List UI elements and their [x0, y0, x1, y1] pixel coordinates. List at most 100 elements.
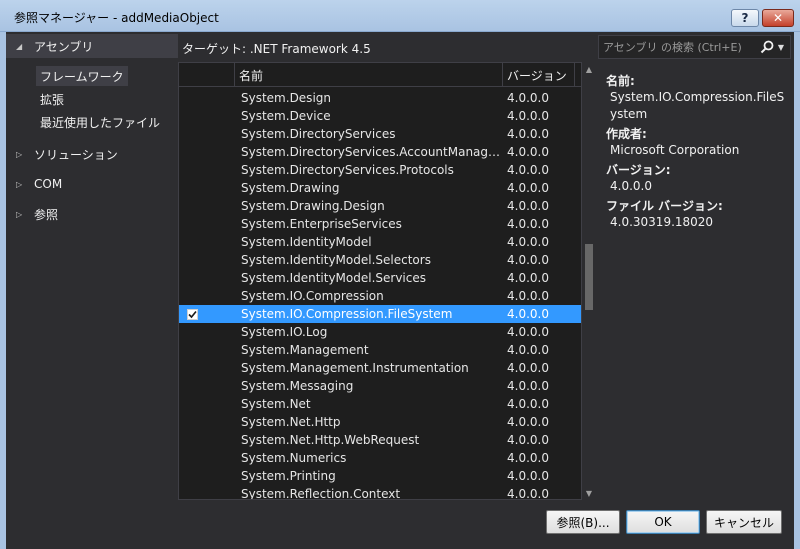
header-bar: ターゲット: .NET Framework 4.5 ▼: [178, 32, 794, 62]
assembly-name: System.Device: [241, 109, 331, 123]
row-checkbox-cell[interactable]: [179, 161, 235, 179]
nav-item-recent[interactable]: 最近使用したファイル: [36, 112, 164, 132]
column-header-name[interactable]: 名前: [235, 63, 503, 87]
table-row[interactable]: System.IdentityModel.Selectors 4.0.0.0: [179, 251, 581, 269]
table-row[interactable]: System.Management 4.0.0.0: [179, 341, 581, 359]
grid-rows: System.Design 4.0.0.0 System.Device 4.0.0.0…: [179, 89, 581, 500]
details-panel: 名前: System.IO.Compression.FileSystem 作成者…: [596, 62, 794, 500]
column-header-version[interactable]: バージョン: [503, 63, 575, 87]
assembly-list: 名前 バージョン System.Design 4.0.0.0 System.Devi…: [178, 62, 582, 500]
triangle-right-icon: ▷: [16, 209, 23, 219]
ok-button[interactable]: OK: [626, 510, 700, 534]
table-row[interactable]: System.IO.Log 4.0.0.0: [179, 323, 581, 341]
row-checkbox-cell[interactable]: [179, 251, 235, 269]
table-row[interactable]: System.Drawing 4.0.0.0: [179, 179, 581, 197]
nav-item-framework[interactable]: フレームワーク: [36, 66, 128, 86]
assembly-name: System.Reflection.Context: [241, 487, 401, 500]
row-checkbox-cell[interactable]: [179, 377, 235, 395]
nav-group-label: COM: [34, 177, 63, 191]
detail-version-label: バージョン:: [606, 163, 671, 177]
assembly-version: 4.0.0.0: [507, 325, 549, 339]
row-checkbox-cell[interactable]: [179, 287, 235, 305]
checkmark-icon[interactable]: [187, 308, 198, 320]
scroll-up-icon[interactable]: ▲: [582, 62, 596, 76]
row-checkbox-cell[interactable]: [179, 413, 235, 431]
chevron-down-icon[interactable]: ▼: [775, 43, 787, 52]
table-row[interactable]: System.Net.Http 4.0.0.0: [179, 413, 581, 431]
table-row[interactable]: System.Management.Instrumentation 4.0.0.0: [179, 359, 581, 377]
row-checkbox-cell[interactable]: [179, 305, 235, 323]
table-row[interactable]: System.IO.Compression 4.0.0.0: [179, 287, 581, 305]
scrollbar-thumb[interactable]: [585, 244, 593, 310]
table-row[interactable]: System.Reflection.Context 4.0.0.0: [179, 485, 581, 500]
nav-group-assemblies[interactable]: ◢ アセンブリ: [6, 34, 178, 58]
scroll-down-icon[interactable]: ▼: [582, 486, 596, 500]
table-row[interactable]: System.Messaging 4.0.0.0: [179, 377, 581, 395]
assembly-version: 4.0.0.0: [507, 199, 549, 213]
table-row[interactable]: System.DirectoryServices.AccountManag… 4.…: [179, 143, 581, 161]
assembly-name: System.Net.Http: [241, 415, 341, 429]
row-checkbox-cell[interactable]: [179, 143, 235, 161]
table-row[interactable]: System.Device 4.0.0.0: [179, 107, 581, 125]
nav-group-com[interactable]: ▷ COM: [6, 172, 178, 196]
assembly-name: System.IdentityModel.Services: [241, 271, 426, 285]
assembly-name: System.Net: [241, 397, 311, 411]
assembly-name: System.IO.Log: [241, 325, 328, 339]
cancel-button[interactable]: キャンセル: [706, 510, 782, 534]
assembly-version: 4.0.0.0: [507, 91, 549, 105]
table-row[interactable]: System.DirectoryServices.Protocols 4.0.0.…: [179, 161, 581, 179]
row-checkbox-cell[interactable]: [179, 341, 235, 359]
nav-item-extensions[interactable]: 拡張: [36, 89, 68, 109]
table-row[interactable]: System.DirectoryServices 4.0.0.0: [179, 125, 581, 143]
vertical-scrollbar[interactable]: ▲ ▼: [582, 62, 596, 500]
close-button[interactable]: ✕: [762, 9, 794, 27]
search-box[interactable]: ▼: [598, 35, 791, 59]
row-checkbox-cell[interactable]: [179, 233, 235, 251]
table-row[interactable]: System.Design 4.0.0.0: [179, 89, 581, 107]
table-row[interactable]: System.Printing 4.0.0.0: [179, 467, 581, 485]
assembly-name: System.IO.Compression.FileSystem: [241, 307, 453, 321]
row-checkbox-cell[interactable]: [179, 125, 235, 143]
column-header-check[interactable]: [179, 63, 235, 87]
nav-group-browse[interactable]: ▷ 参照: [6, 202, 178, 226]
detail-version-value: 4.0.0.0: [610, 179, 652, 193]
nav-group-label: ソリューション: [34, 147, 118, 162]
table-row[interactable]: System.Net 4.0.0.0: [179, 395, 581, 413]
table-row[interactable]: System.IdentityModel.Services 4.0.0.0: [179, 269, 581, 287]
detail-author-value: Microsoft Corporation: [610, 143, 740, 157]
triangle-right-icon: ▷: [16, 179, 23, 189]
nav-group-solution[interactable]: ▷ ソリューション: [6, 142, 178, 166]
row-checkbox-cell[interactable]: [179, 449, 235, 467]
assembly-version: 4.0.0.0: [507, 433, 549, 447]
search-icon[interactable]: [759, 39, 775, 55]
row-checkbox-cell[interactable]: [179, 107, 235, 125]
browse-button[interactable]: 参照(B)...: [546, 510, 620, 534]
assembly-version: 4.0.0.0: [507, 145, 549, 159]
detail-author-label: 作成者:: [606, 127, 647, 141]
row-checkbox-cell[interactable]: [179, 485, 235, 499]
search-input[interactable]: [599, 37, 759, 57]
row-checkbox-cell[interactable]: [179, 359, 235, 377]
table-row[interactable]: System.IO.Compression.FileSystem 4.0.0.0: [179, 305, 581, 323]
table-row[interactable]: System.Drawing.Design 4.0.0.0: [179, 197, 581, 215]
row-checkbox-cell[interactable]: [179, 197, 235, 215]
help-button[interactable]: ?: [731, 9, 759, 27]
table-row[interactable]: System.Net.Http.WebRequest 4.0.0.0: [179, 431, 581, 449]
window-title: 参照マネージャー - addMediaObject: [14, 11, 219, 25]
table-row[interactable]: System.Numerics 4.0.0.0: [179, 449, 581, 467]
nav-group-label: アセンブリ: [34, 39, 94, 54]
assembly-version: 4.0.0.0: [507, 217, 549, 231]
assembly-name: System.IdentityModel.Selectors: [241, 253, 431, 267]
row-checkbox-cell[interactable]: [179, 323, 235, 341]
table-row[interactable]: System.EnterpriseServices 4.0.0.0: [179, 215, 581, 233]
row-checkbox-cell[interactable]: [179, 269, 235, 287]
row-checkbox-cell[interactable]: [179, 431, 235, 449]
row-checkbox-cell[interactable]: [179, 179, 235, 197]
row-checkbox-cell[interactable]: [179, 395, 235, 413]
row-checkbox-cell[interactable]: [179, 467, 235, 485]
assembly-name: System.IdentityModel: [241, 235, 372, 249]
row-checkbox-cell[interactable]: [179, 215, 235, 233]
window-frame-right: [794, 32, 800, 549]
table-row[interactable]: System.IdentityModel 4.0.0.0: [179, 233, 581, 251]
row-checkbox-cell[interactable]: [179, 89, 235, 107]
